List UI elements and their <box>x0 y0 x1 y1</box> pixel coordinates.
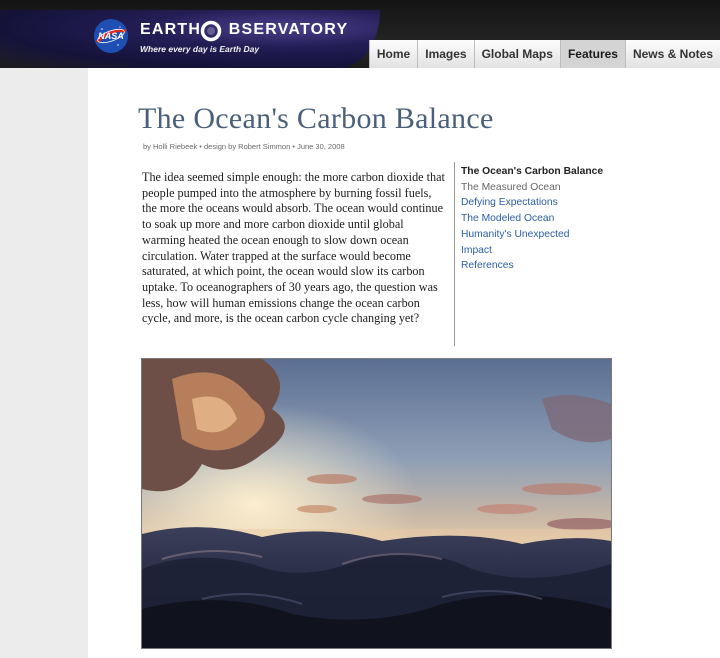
toc-item-impact[interactable]: Impact <box>461 243 611 259</box>
table-of-contents: The Ocean's Carbon Balance The Measured … <box>454 162 611 346</box>
article-title: The Ocean's Carbon Balance <box>138 102 494 135</box>
site-name[interactable]: EARTH BSERVATORY <box>140 21 348 39</box>
main-nav: Home Images Global Maps Features News & … <box>368 40 720 68</box>
article-page: The Ocean's Carbon Balance by Holli Rieb… <box>88 68 720 658</box>
toc-item-ocean-carbon-balance: The Ocean's Carbon Balance <box>461 166 604 177</box>
site-name-part2: BSERVATORY <box>228 21 349 38</box>
nasa-logo-text: NASA <box>98 31 124 41</box>
toc-item-measured-ocean[interactable]: The Measured Ocean <box>461 180 611 196</box>
ocean-sunset-photo <box>141 358 612 649</box>
nav-global-maps[interactable]: Global Maps <box>473 40 560 68</box>
site-banner <box>0 10 380 68</box>
site-header: NASA EARTH BSERVATORY Where every day is… <box>0 0 720 68</box>
toc-item-defying-expectations[interactable]: Defying Expectations <box>461 195 611 211</box>
nav-news-notes[interactable]: News & Notes <box>624 40 720 68</box>
site-tagline: Where every day is Earth Day <box>140 44 260 54</box>
nav-home[interactable]: Home <box>368 40 418 68</box>
article-intro: The idea seemed simple enough: the more … <box>142 170 445 326</box>
observatory-o-icon <box>200 20 222 42</box>
toc-item-humanitys-unexpected[interactable]: Humanity's Unexpected <box>461 227 611 243</box>
site-name-part1: EARTH <box>140 21 207 38</box>
nav-images[interactable]: Images <box>417 40 474 68</box>
article-byline: by Holli Riebeek • design by Robert Simm… <box>143 142 345 151</box>
toc-item-modeled-ocean[interactable]: The Modeled Ocean <box>461 211 611 227</box>
toc-item-references[interactable]: References <box>461 258 611 274</box>
nav-features[interactable]: Features <box>559 40 625 68</box>
nasa-logo-icon[interactable]: NASA <box>93 18 129 54</box>
